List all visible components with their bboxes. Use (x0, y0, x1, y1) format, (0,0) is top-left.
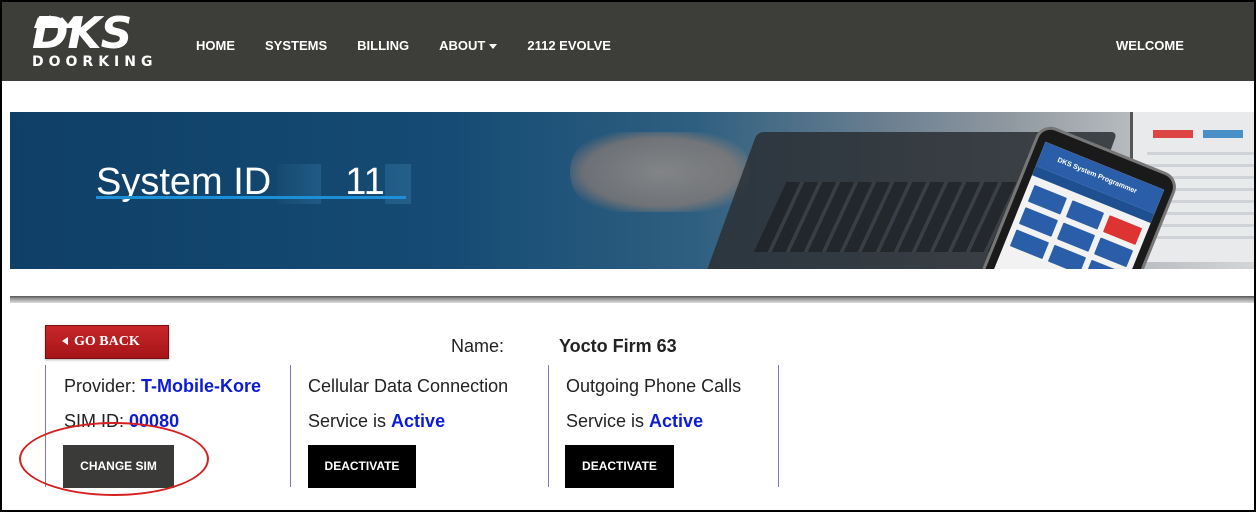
page-frame: DKS DOORKING HOME SYSTEMS BILLING ABOUT … (0, 0, 1256, 512)
sim-id-value: 00080 (129, 411, 180, 431)
system-name-label: Name: (451, 336, 505, 356)
go-back-label: GO BACK (74, 334, 140, 349)
provider-label: Provider: (64, 376, 137, 396)
nav-item-home[interactable]: HOME (196, 2, 235, 54)
cellular-status-value: Active (391, 411, 446, 431)
phone-calls-status-value: Active (649, 411, 704, 431)
top-navbar: DKS DOORKING HOME SYSTEMS BILLING ABOUT … (2, 2, 1254, 81)
nav-item-systems[interactable]: SYSTEMS (265, 2, 327, 54)
phone-calls-panel: Outgoing Phone Calls Service is Active D… (549, 365, 779, 488)
nav-item-about-label: ABOUT (439, 38, 486, 53)
cellular-title: Cellular Data Connection (308, 376, 509, 396)
provider-value: T-Mobile-Kore (141, 376, 262, 396)
nav-item-billing[interactable]: BILLING (357, 2, 409, 54)
go-back-button[interactable]: GO BACK (45, 325, 169, 359)
system-name-value: Yocto Firm 63 (559, 336, 677, 356)
monitor-bar-blue (1203, 130, 1243, 138)
sim-id-line: SIM ID: 00080 (64, 410, 179, 432)
nav-item-evolve[interactable]: 2112 EVOLVE (527, 2, 611, 54)
section-divider (10, 296, 1254, 303)
main-nav: HOME SYSTEMS BILLING ABOUT 2112 EVOLVE (196, 2, 641, 81)
hand-graphic (570, 132, 750, 212)
caret-down-icon (489, 44, 498, 50)
cellular-status-line: Service is Active (308, 410, 445, 432)
deactivate-phone-calls-button[interactable]: DEACTIVATE (565, 445, 674, 488)
change-sim-button[interactable]: CHANGE SIM (63, 445, 174, 488)
doorking-logo[interactable]: DKS DOORKING (32, 8, 172, 74)
provider-line: Provider: T-Mobile-Kore (64, 375, 261, 397)
phone-calls-status-line: Service is Active (566, 410, 703, 432)
title-underline (96, 196, 406, 199)
triangle-left-icon (62, 336, 68, 345)
cellular-status-label: Service is (308, 411, 387, 431)
monitor-bar-red (1153, 130, 1193, 138)
sim-id-label: SIM ID: (64, 411, 125, 431)
phone-calls-status-label: Service is (566, 411, 645, 431)
logo-subtitle: DOORKING (32, 54, 158, 70)
phone-calls-title: Outgoing Phone Calls (566, 376, 742, 396)
nav-item-about[interactable]: ABOUT (439, 2, 498, 54)
cellular-panel: Cellular Data Connection Service is Acti… (291, 365, 549, 488)
deactivate-cellular-button[interactable]: DEACTIVATE (308, 445, 416, 488)
sim-panel: Provider: T-Mobile-Kore SIM ID: 00080 CH… (45, 365, 291, 488)
welcome-menu[interactable]: WELCOME (1116, 38, 1184, 54)
